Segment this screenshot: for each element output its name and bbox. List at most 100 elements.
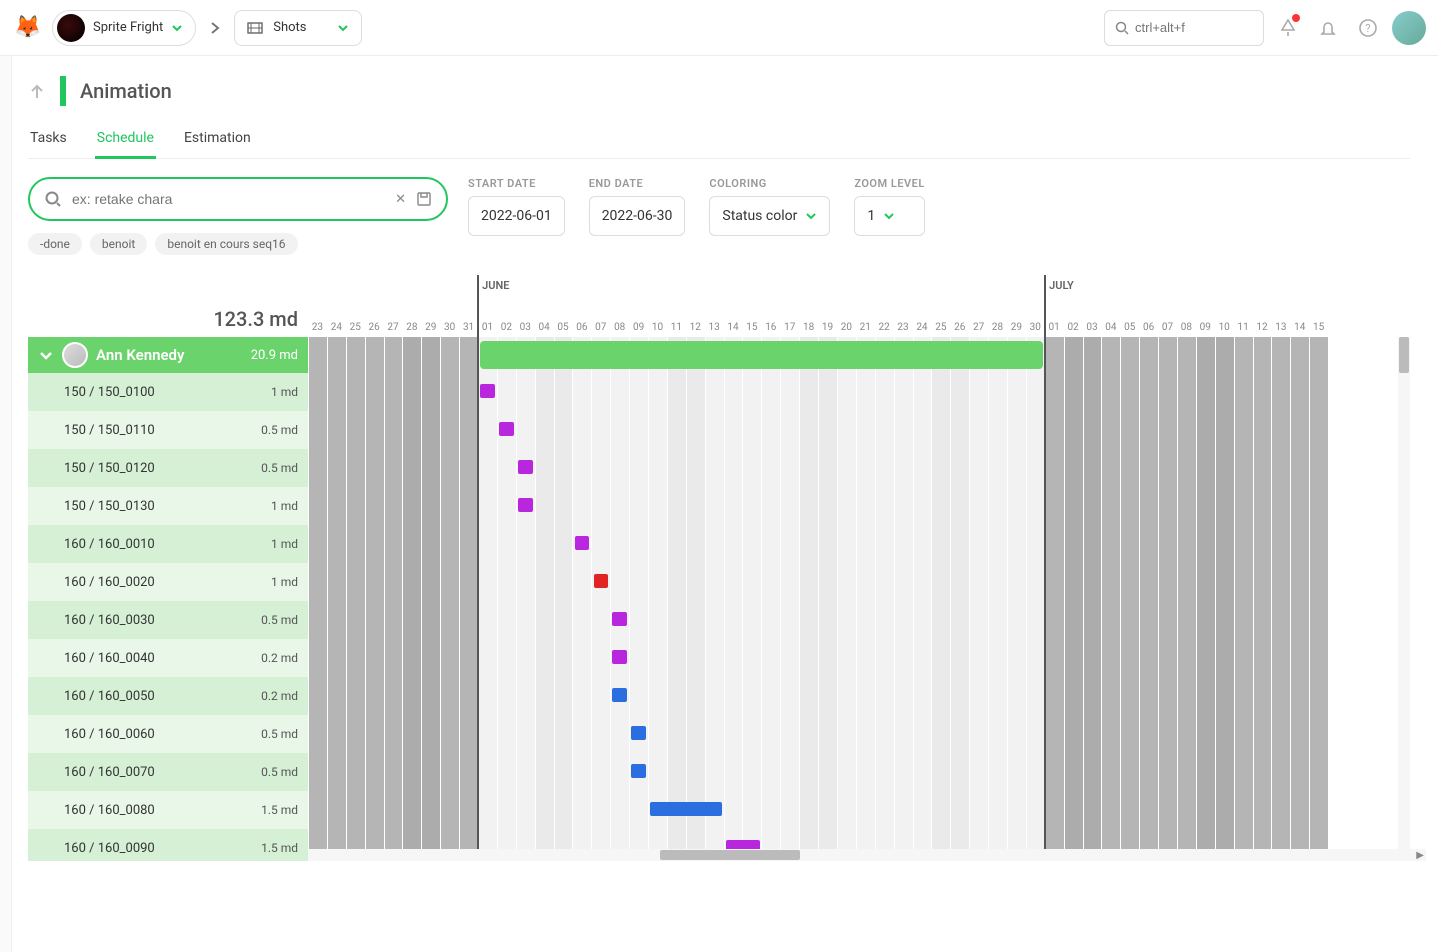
day-cell [308,601,327,639]
task-bar[interactable] [631,726,646,740]
gantt-task-row[interactable] [308,563,1329,601]
app-logo[interactable]: 🦊 [12,12,44,44]
task-bar[interactable] [612,612,627,626]
day-cell [365,715,384,753]
day-cell [1253,337,1272,373]
task-row[interactable]: 160 / 160_00300.5 md [28,601,308,639]
day-cell [761,563,780,601]
day-cell [478,449,497,487]
filter-search-input[interactable] [72,191,385,207]
task-row[interactable]: 160 / 160_00101 md [28,525,308,563]
bell-button[interactable] [1312,12,1344,44]
back-up-button[interactable] [28,82,46,100]
help-button[interactable]: ? [1352,12,1384,44]
global-search[interactable] [1104,10,1264,46]
gantt-task-row[interactable] [308,411,1329,449]
day-cell [1101,563,1120,601]
day-cell [1158,563,1177,601]
task-md: 1.5 md [261,803,298,817]
task-row[interactable]: 160 / 160_00901.5 md [28,829,308,861]
day-cell [1158,791,1177,829]
day-header-cell: 27 [969,297,988,337]
gantt-task-row[interactable] [308,715,1329,753]
day-cell [1158,373,1177,411]
gantt-task-row[interactable] [308,525,1329,563]
tab-estimation[interactable]: Estimation [182,124,253,158]
day-header-cell: 16 [761,297,780,337]
day-cell [894,677,913,715]
gantt-task-row[interactable] [308,753,1329,791]
day-cell [1290,753,1309,791]
user-avatar[interactable] [1392,11,1426,45]
gantt-task-row[interactable] [308,373,1329,411]
day-header-cell: 14 [1290,297,1309,337]
chevron-down-icon[interactable] [38,347,54,363]
day-cell [1007,411,1026,449]
task-row[interactable]: 150 / 150_01100.5 md [28,411,308,449]
task-bar[interactable] [575,536,590,550]
day-cell [1007,753,1026,791]
day-cell [1158,677,1177,715]
task-bar[interactable] [594,574,609,588]
day-cell [1253,563,1272,601]
task-row[interactable]: 150 / 150_01301 md [28,487,308,525]
task-bar[interactable] [650,802,722,816]
gantt-task-row[interactable] [308,791,1329,829]
task-row[interactable]: 160 / 160_00201 md [28,563,308,601]
task-bar[interactable] [499,422,514,436]
start-date-input[interactable]: 2022-06-01 [468,196,565,236]
day-cell [591,601,610,639]
artist-span-bar[interactable] [480,341,1043,369]
coloring-select[interactable]: Status color [709,196,830,236]
day-header-cell: 26 [365,297,384,337]
clear-search-button[interactable]: ✕ [395,192,406,207]
filter-search[interactable]: ✕ [28,177,448,221]
day-header-cell: 17 [780,297,799,337]
day-cell [440,791,459,829]
day-cell [1139,677,1158,715]
gantt-task-row[interactable] [308,449,1329,487]
gantt-task-row[interactable] [308,639,1329,677]
day-cell [988,639,1007,677]
task-row[interactable]: 160 / 160_00700.5 md [28,753,308,791]
task-row[interactable]: 160 / 160_00500.2 md [28,677,308,715]
day-cell [988,715,1007,753]
breadcrumb-arrow-icon[interactable] [204,21,226,35]
artist-row[interactable]: Ann Kennedy 20.9 md [28,337,308,373]
task-row[interactable]: 150 / 150_01200.5 md [28,449,308,487]
gantt-task-row[interactable] [308,601,1329,639]
vertical-scrollbar[interactable] [1398,337,1410,849]
tab-tasks[interactable]: Tasks [28,124,69,158]
day-cell [724,715,743,753]
task-bar[interactable] [518,460,533,474]
task-bar[interactable] [518,498,533,512]
task-bar[interactable] [480,384,495,398]
gantt-task-row[interactable] [308,487,1329,525]
end-date-input[interactable]: 2022-06-30 [589,196,686,236]
task-bar[interactable] [631,764,646,778]
filter-chip[interactable]: benoit [90,233,147,255]
filter-chip[interactable]: -done [28,233,82,255]
day-cell [799,525,818,563]
task-bar[interactable] [612,650,627,664]
context-selector[interactable]: Shots [234,10,361,46]
task-row[interactable]: 160 / 160_00400.2 md [28,639,308,677]
global-search-input[interactable] [1135,20,1253,35]
project-selector[interactable]: Sprite Fright [52,10,196,46]
tab-schedule[interactable]: Schedule [95,124,156,159]
task-row[interactable]: 160 / 160_00801.5 md [28,791,308,829]
day-cell [308,639,327,677]
task-row[interactable]: 150 / 150_01001 md [28,373,308,411]
save-search-button[interactable] [416,191,432,207]
horizontal-scrollbar[interactable]: ◀ ▶ [280,849,1426,861]
gantt-artist-row[interactable] [308,337,1329,373]
day-cell [1158,753,1177,791]
task-row[interactable]: 160 / 160_00600.5 md [28,715,308,753]
notifications-button[interactable] [1272,12,1304,44]
day-header-cell: 26 [950,297,969,337]
filter-chip[interactable]: benoit en cours seq16 [155,233,297,255]
task-bar[interactable] [612,688,627,702]
zoom-select[interactable]: 1 [854,196,924,236]
gantt-task-row[interactable] [308,677,1329,715]
day-cell [629,487,648,525]
